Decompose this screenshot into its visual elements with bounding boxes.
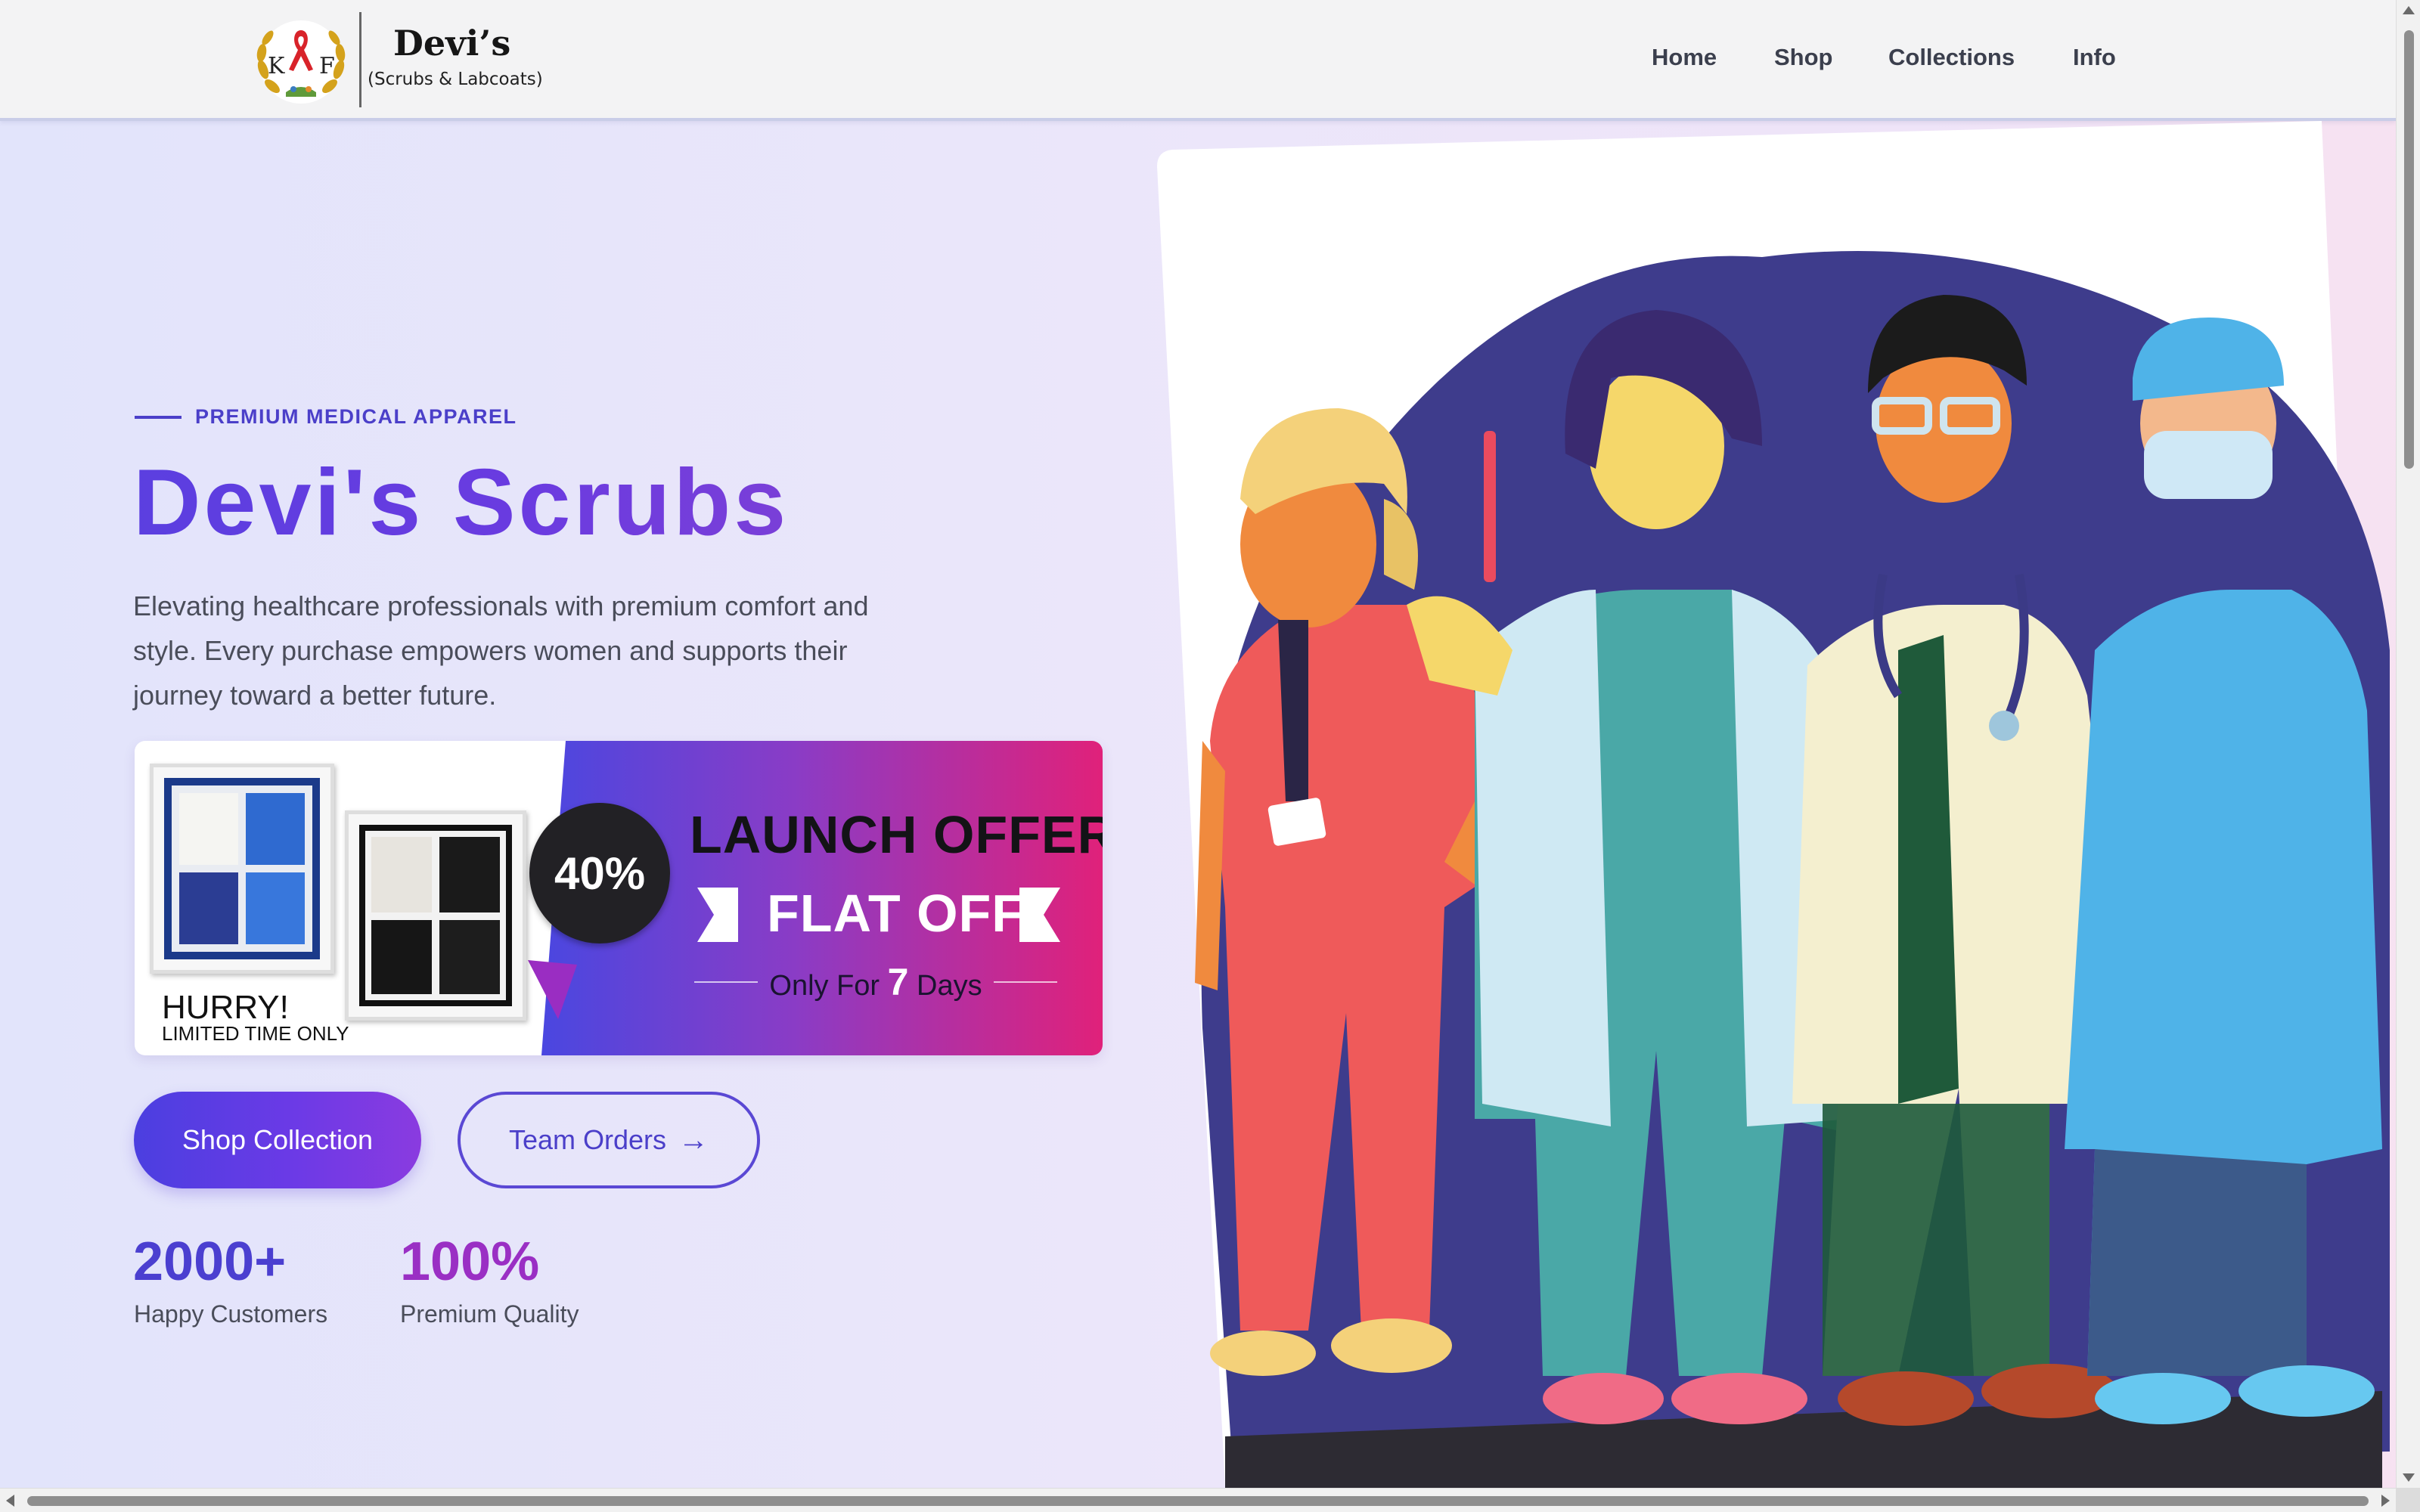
brand-name[interactable]: Devi’s: [393, 23, 510, 64]
product-photo-blue-set: [150, 764, 334, 974]
limited-time-text: LIMITED TIME ONLY: [162, 1022, 349, 1045]
offer-duration: Only For 7 Days: [694, 960, 1057, 1003]
hero-eyebrow: PREMIUM MEDICAL APPAREL: [195, 405, 517, 428]
logo-divider: [359, 12, 361, 107]
stat-customers-label: Happy Customers: [134, 1300, 328, 1328]
hero-description: Elevating healthcare professionals with …: [133, 590, 869, 711]
scrubs-black-image: [365, 831, 506, 1000]
offer-duration-prefix: Only For: [769, 970, 880, 1002]
offer-duration-suffix: Days: [917, 970, 982, 1002]
offer-duration-number: 7: [887, 961, 909, 1003]
arrow-right-icon: →: [678, 1123, 709, 1157]
nav-info[interactable]: Info: [2073, 44, 2116, 71]
scroll-right-arrow-icon[interactable]: [2381, 1495, 2390, 1507]
flat-off-text: FLAT OFF: [767, 884, 1025, 943]
vertical-scrollbar[interactable]: [2396, 0, 2420, 1488]
scroll-left-arrow-icon[interactable]: [6, 1495, 14, 1507]
scroll-down-arrow-icon[interactable]: [2403, 1473, 2415, 1482]
scrubs-blue-image: [172, 785, 312, 952]
stat-quality-label: Premium Quality: [400, 1300, 579, 1328]
product-photo-black-set: [345, 810, 526, 1021]
site-header: K F Devi’s (Scrubs & Labcoats) Home Shop…: [0, 0, 2396, 121]
stat-quality-value: 100%: [400, 1232, 540, 1292]
vertical-scroll-thumb[interactable]: [2404, 30, 2414, 469]
scroll-up-arrow-icon[interactable]: [2403, 6, 2415, 14]
nav-home[interactable]: Home: [1652, 44, 1717, 71]
nav-shop[interactable]: Shop: [1774, 44, 1833, 71]
stat-customers-value: 2000+: [133, 1232, 287, 1292]
medical-staff-illustration: [1157, 121, 2390, 1488]
horizontal-scrollbar[interactable]: [0, 1488, 2420, 1512]
hero-title: Devi's Scrubs: [133, 451, 790, 555]
ribbon-left-icon: [697, 888, 738, 942]
shop-collection-button[interactable]: Shop Collection: [134, 1092, 421, 1188]
eyebrow-line: [135, 416, 182, 419]
logo-emblem-icon[interactable]: K F: [253, 17, 349, 106]
scrollbar-corner: [2396, 1488, 2420, 1512]
discount-badge: 40%: [529, 803, 670, 943]
offer-line-right: [994, 981, 1057, 983]
brand-subtitle: (Scrubs & Labcoats): [368, 70, 543, 89]
nav-collections[interactable]: Collections: [1888, 44, 2015, 71]
logo-letter-k: K: [268, 53, 285, 79]
team-orders-label: Team Orders: [508, 1124, 667, 1155]
launch-offer-banner[interactable]: 40% LAUNCH OFFER FLAT OFF Only For 7 Day…: [135, 741, 1103, 1055]
ribbon-right-icon: [1019, 888, 1060, 942]
hurry-text: HURRY!: [162, 989, 289, 1026]
horizontal-scroll-thumb[interactable]: [27, 1496, 2369, 1506]
shop-collection-label: Shop Collection: [182, 1124, 374, 1155]
logo-letter-f: F: [319, 53, 335, 79]
team-orders-button[interactable]: Team Orders →: [458, 1092, 760, 1188]
launch-offer-text: LAUNCH OFFER: [690, 805, 1103, 864]
